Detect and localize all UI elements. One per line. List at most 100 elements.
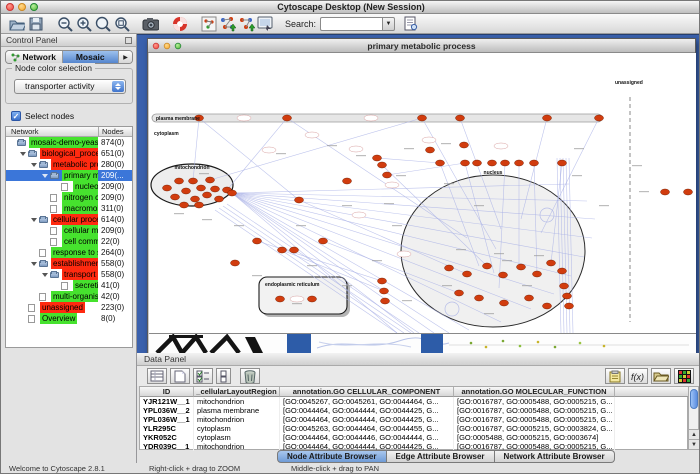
table-cell[interactable]: [GO:0016787, GO:0005488, GO:0005215, G..… [454, 415, 615, 424]
table-cell[interactable]: cytoplasm [194, 433, 280, 442]
delete-attribute-icon[interactable] [240, 368, 260, 384]
tree-row[interactable]: transport558(0) [6, 269, 132, 280]
table-header-cell[interactable]: ID [140, 387, 194, 397]
tree-row[interactable]: primary metabo209(... [6, 170, 132, 181]
tree-row[interactable]: unassigned223(0) [6, 302, 132, 313]
table-cell[interactable]: [GO:0005488, GO:0005215, GO:0003674] [454, 433, 615, 442]
heatmap-icon[interactable] [674, 368, 694, 384]
table-cell[interactable]: YJR121W__1 [140, 397, 194, 406]
tree-row[interactable]: mosaic-demo-yeast874(0) [6, 137, 132, 148]
table-cell[interactable]: [GO:0016787, GO:0005488, GO:0005215, G..… [454, 406, 615, 415]
scroll-down-icon[interactable]: ▼ [689, 439, 699, 449]
select-nodes-checkbox[interactable]: ✓ [11, 111, 21, 121]
expand-arrow-icon[interactable] [20, 152, 26, 156]
table-cell[interactable]: cytoplasm [194, 424, 280, 433]
tree-row[interactable]: biological_process651(0) [6, 148, 132, 159]
search-input[interactable] [320, 17, 382, 31]
export-image-icon[interactable] [141, 15, 160, 33]
web-service-icon[interactable] [256, 15, 275, 33]
table-cell[interactable]: YPL036W__1 [140, 415, 194, 424]
table-cell[interactable]: plasma membrane [194, 406, 280, 415]
table-cell[interactable]: YLR295C [140, 424, 194, 433]
tabs-overflow-icon[interactable]: ▶ [119, 51, 132, 63]
tree-row[interactable]: nitrogen compo209(0) [6, 192, 132, 203]
zoom-selected-icon[interactable] [93, 15, 112, 33]
tab-network-attribute-browser[interactable]: Network Attribute Browser [495, 450, 615, 463]
import-table-icon[interactable] [651, 368, 671, 384]
table-header-cell[interactable]: annotation.GO MOLECULAR_FUNCTION [454, 387, 615, 397]
function-builder-icon[interactable]: f(x) [628, 368, 648, 384]
tree-row[interactable]: establishment of lo558(0) [6, 258, 132, 269]
tree-row[interactable]: cell communicat22(0) [6, 236, 132, 247]
unselect-attributes-icon[interactable] [216, 368, 231, 384]
tree-row[interactable]: secretion41(0) [6, 280, 132, 291]
zoom-in-icon[interactable] [74, 15, 93, 33]
expand-arrow-icon[interactable] [31, 262, 37, 266]
tab-node-attribute-browser[interactable]: Node Attribute Browser [277, 450, 387, 463]
open-session-icon[interactable] [7, 15, 26, 33]
table-cell[interactable]: [GO:0045267, GO:0045261, GO:0044464, G..… [280, 397, 454, 406]
scrollbar-thumb[interactable] [690, 389, 698, 409]
tree-row[interactable]: cellular metabol209(0) [6, 225, 132, 236]
status-item: Middle-click + drag to PAN [291, 463, 379, 474]
node-color-select[interactable]: transporter activity [14, 79, 126, 94]
table-header-cell[interactable]: _cellularLayoutRegion [194, 387, 280, 397]
network-tab-icon [11, 53, 20, 62]
tree-row[interactable]: Overview8(0) [6, 313, 132, 324]
table-cell[interactable]: [GO:0044464, GO:0044444, GO:0044425, G..… [280, 415, 454, 424]
tree-row[interactable]: cellular process614(0) [6, 214, 132, 225]
table-cell[interactable]: YPL036W__2 [140, 406, 194, 415]
tab-network[interactable]: Network [6, 51, 63, 63]
unassigned-label: unassigned [615, 80, 643, 86]
table-cell[interactable]: [GO:0044464, GO:0044444, GO:0044425, G..… [280, 406, 454, 415]
expand-arrow-icon[interactable] [42, 174, 48, 178]
table-header-cell[interactable] [615, 387, 689, 397]
float-panel-icon[interactable] [125, 37, 132, 44]
attribute-checklist-icon[interactable] [193, 368, 213, 384]
decorative-blue-block [287, 334, 311, 354]
tree-row[interactable]: metabolic process280(0) [6, 159, 132, 170]
import-network-icon[interactable] [218, 15, 237, 33]
table-cell[interactable]: YKR052C [140, 433, 194, 442]
network-tree: mosaic-demo-yeast874(0)biological_proces… [6, 137, 132, 324]
table-header-cell[interactable]: annotation.GO CELLULAR_COMPONENT [280, 387, 454, 397]
tree-row[interactable]: response to stimulu264(0) [6, 247, 132, 258]
table-cell[interactable]: YDR039C__1 [140, 442, 194, 451]
save-session-icon[interactable] [26, 15, 45, 33]
table-cell[interactable]: mitochondrion [194, 415, 280, 424]
select-attributes-icon[interactable] [147, 368, 167, 384]
combo-stepper-icon [112, 81, 124, 92]
network-tree-header: Network Nodes [6, 127, 132, 137]
search-dropdown-icon[interactable]: ▼ [382, 17, 395, 31]
zoom-fit-icon[interactable] [112, 15, 131, 33]
new-attribute-icon[interactable] [170, 368, 190, 384]
help-icon[interactable] [170, 15, 189, 33]
expand-arrow-icon[interactable] [31, 163, 37, 167]
folder-icon [39, 162, 48, 168]
zoom-out-icon[interactable] [55, 15, 74, 33]
expand-arrow-icon[interactable] [42, 273, 48, 277]
file-icon [50, 205, 57, 213]
folder-icon [17, 140, 26, 146]
group-label: Node color selection [12, 63, 95, 73]
expand-arrow-icon[interactable] [31, 218, 37, 222]
tree-row[interactable]: multi-organism pro42(0) [6, 291, 132, 302]
table-cell[interactable]: [GO:0016787, GO:0005488, GO:0005215, G..… [454, 397, 615, 406]
table-cell[interactable]: [GO:0016787, GO:0005215, GO:0003824, G..… [454, 424, 615, 433]
folder-icon [39, 261, 48, 267]
table-cell[interactable]: [GO:0044464, GO:0044446, GO:0044444, G..… [280, 433, 454, 442]
tree-row[interactable]: macromolecule311(0) [6, 203, 132, 214]
tree-row[interactable]: nucleobase-209(0) [6, 181, 132, 192]
table-cell[interactable]: mitochondrion [194, 442, 280, 451]
advanced-search-icon[interactable] [401, 15, 420, 33]
import-attributes-icon[interactable] [237, 15, 256, 33]
network-canvas[interactable]: plasma membrane cytoplasm mitochondrion … [149, 53, 696, 333]
tree-row-label: primary metabo [62, 170, 98, 181]
bird-eye-view-icon[interactable] [199, 15, 218, 33]
table-cell[interactable]: mitochondrion [194, 397, 280, 406]
tab-mosaic[interactable]: Mosaic [63, 51, 120, 63]
notepad-icon[interactable] [605, 368, 625, 384]
scroll-up-icon[interactable]: ▲ [689, 429, 699, 439]
tab-edge-attribute-browser[interactable]: Edge Attribute Browser [387, 450, 495, 463]
table-cell[interactable]: [GO:0045263, GO:0044464, GO:0044455, G..… [280, 424, 454, 433]
